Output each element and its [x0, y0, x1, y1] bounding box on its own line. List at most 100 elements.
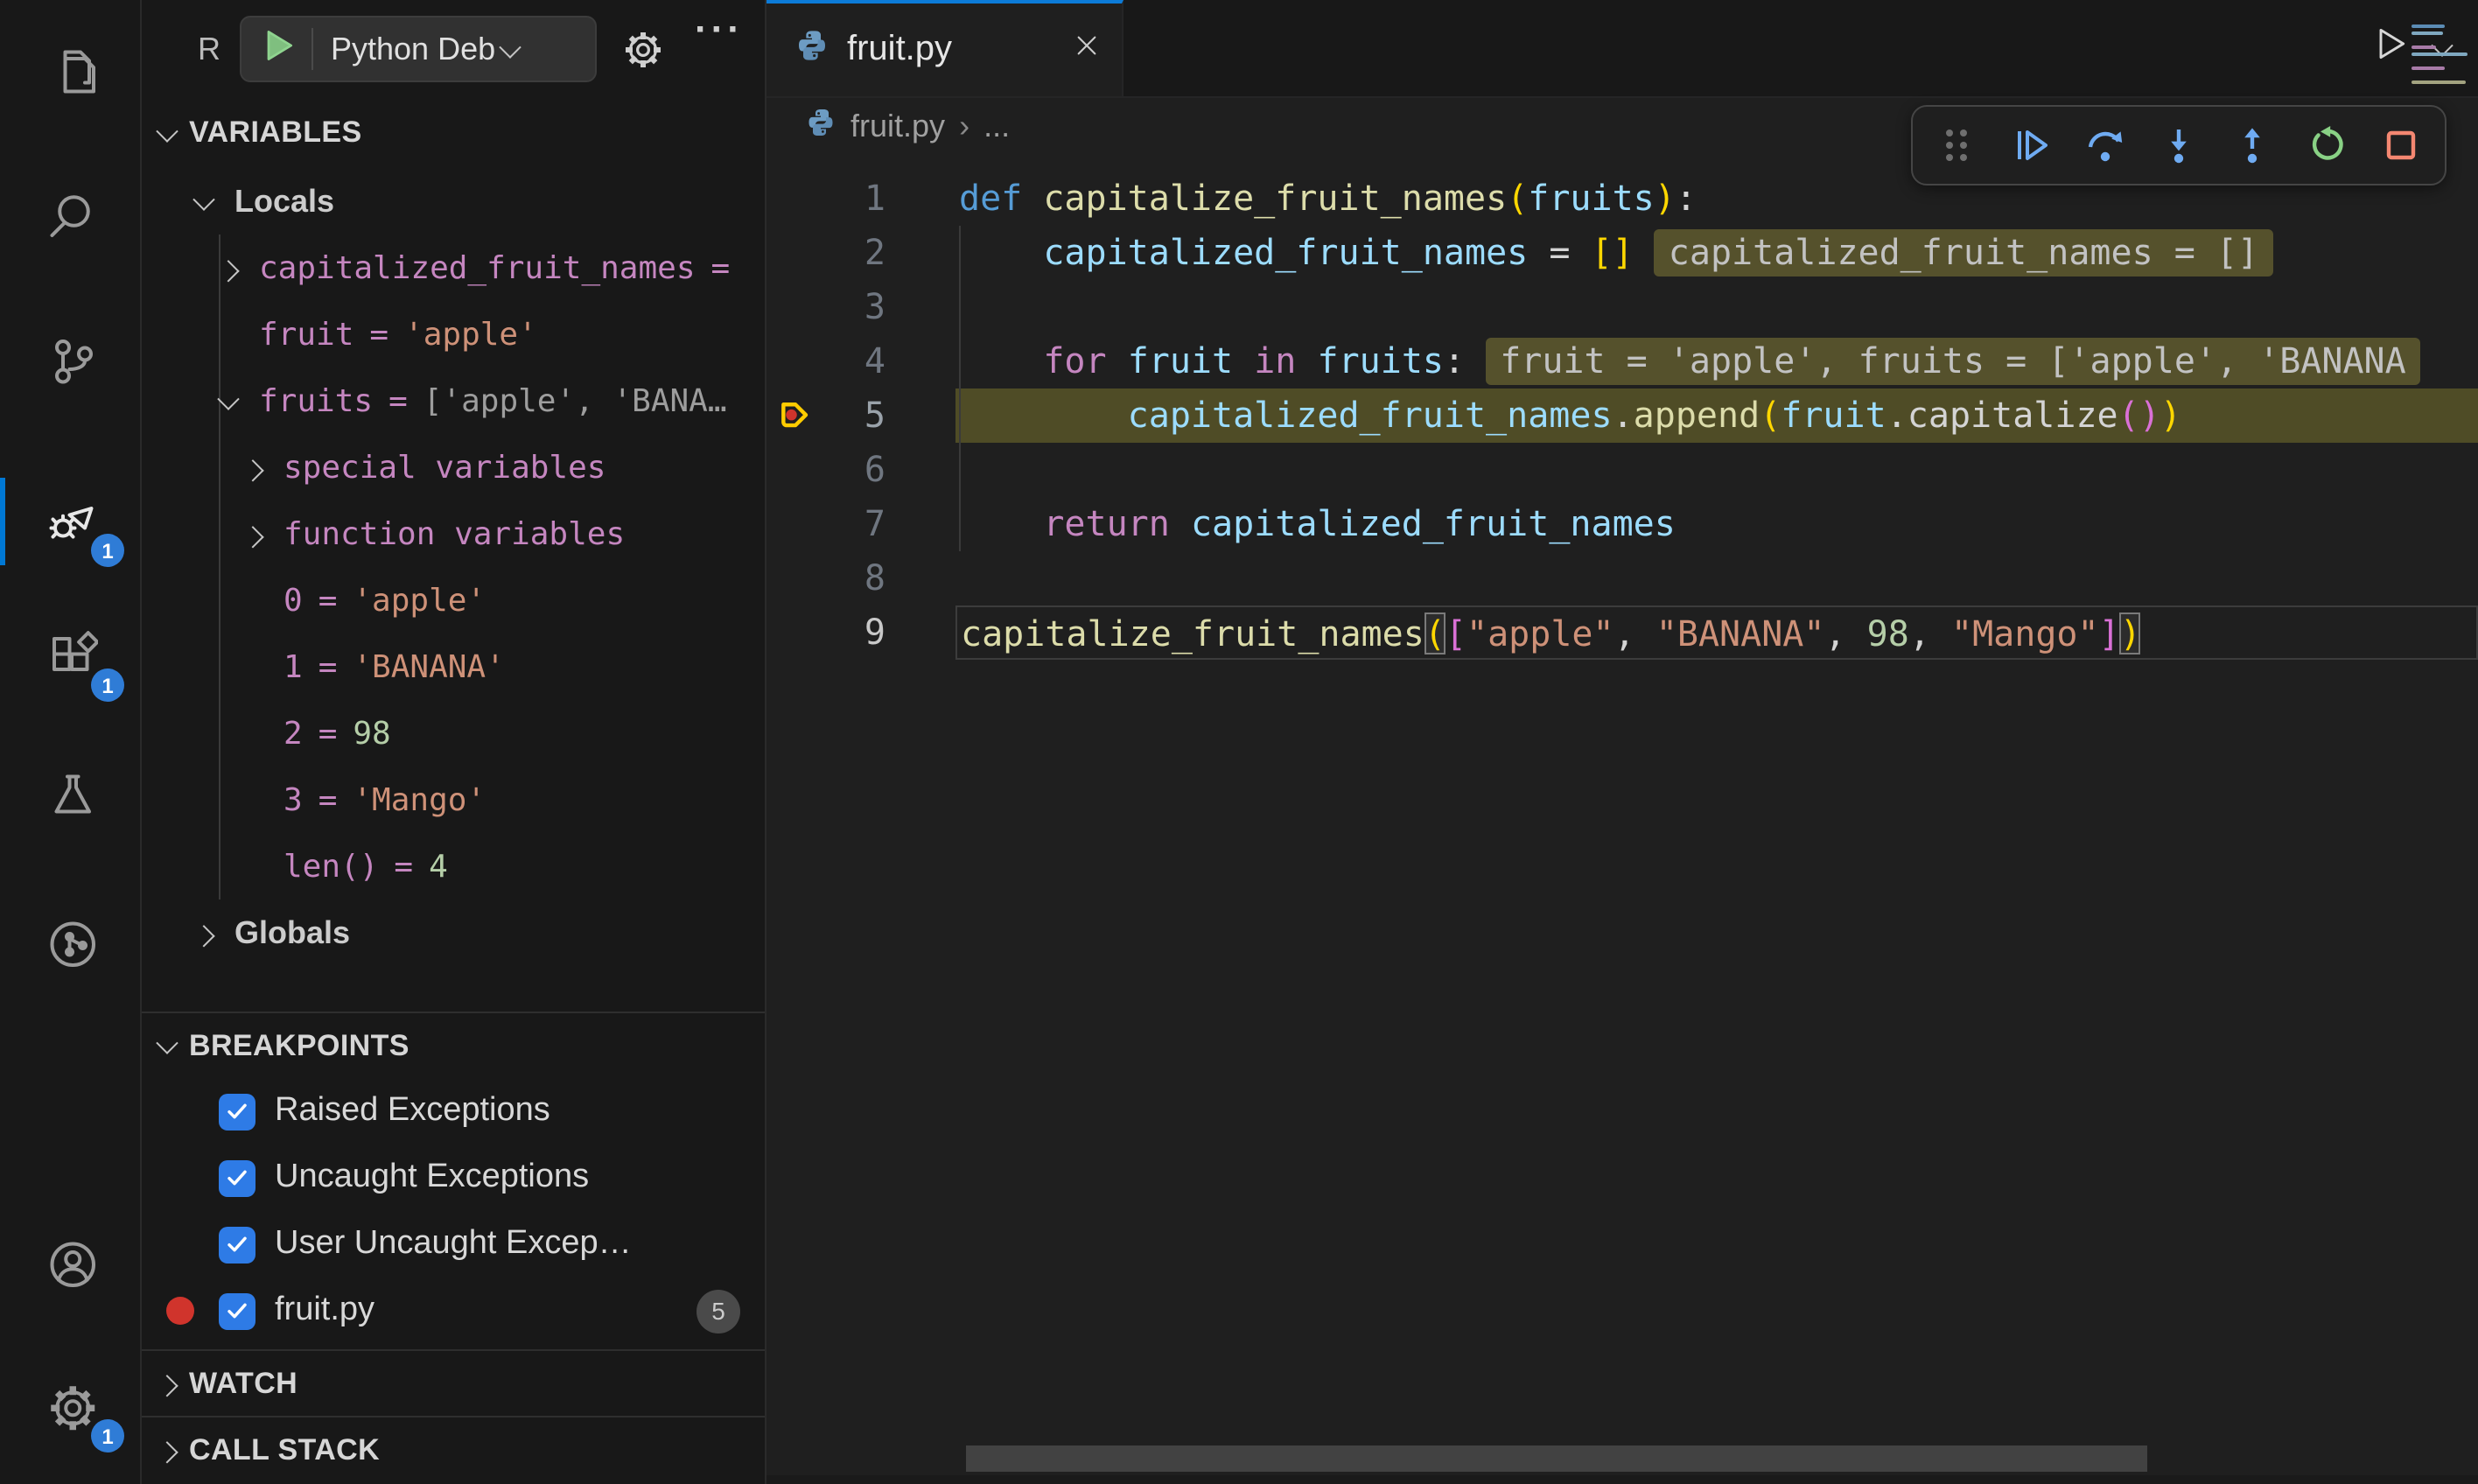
variable-row[interactable]: fruit='apple' [142, 301, 765, 368]
watch-section-header[interactable]: WATCH [142, 1349, 765, 1416]
checkbox-checked[interactable] [219, 1093, 256, 1130]
variable-name: fruits [259, 382, 373, 419]
gutter[interactable]: 9 [766, 606, 956, 660]
call-stack-section-header[interactable]: CALL STACK [142, 1416, 765, 1482]
variable-row[interactable]: 1='BANANA' [142, 634, 765, 700]
code-text[interactable]: capitalized_fruit_names = [] capitalized… [956, 226, 2478, 280]
start-debug-icon[interactable] [259, 25, 298, 73]
close-icon[interactable] [1073, 32, 1101, 68]
variables-title: VARIABLES [189, 116, 362, 150]
line-number: 6 [864, 443, 886, 497]
variable-name: capitalized_fruit_names [259, 249, 696, 286]
sidebar-item-remote-graph[interactable] [0, 901, 142, 985]
chevron-down-icon [192, 187, 214, 209]
variables-section-header[interactable]: VARIABLES [142, 98, 765, 168]
variable-value: 'apple' [353, 582, 486, 619]
sidebar-item-source-control[interactable] [0, 318, 142, 402]
code-line-8[interactable]: 8 [766, 551, 2478, 606]
code-text[interactable]: for fruit in fruits: fruit = 'apple', fr… [956, 334, 2478, 388]
code-line-2[interactable]: 2 capitalized_fruit_names = [] capitaliz… [766, 226, 2478, 280]
sidebar-item-account[interactable] [0, 1222, 142, 1306]
more-actions-icon[interactable]: ··· [695, 7, 744, 52]
breakpoints-section-header[interactable]: BREAKPOINTS [142, 1012, 765, 1078]
code-text[interactable] [956, 443, 2478, 497]
run-file-icon[interactable] [2371, 24, 2410, 72]
dropdown-divider [312, 28, 313, 70]
minimap[interactable] [2412, 21, 2471, 88]
variable-row[interactable]: 0='apple' [142, 567, 765, 634]
continue-button[interactable] [2001, 116, 2061, 175]
gutter[interactable]: 5 [766, 388, 956, 443]
scope-row-globals[interactable]: Globals [142, 900, 765, 966]
python-icon [794, 28, 830, 72]
variable-row[interactable]: fruits=['apple', 'BANA… [142, 368, 765, 434]
sidebar-item-settings[interactable]: 1 [0, 1365, 142, 1449]
code-line-5[interactable]: 5 capitalized_fruit_names.append(fruit.c… [766, 388, 2478, 443]
sidebar-item-testing[interactable] [0, 754, 142, 838]
breakpoint-row[interactable]: Uncaught Exceptions [142, 1144, 765, 1211]
equals: = [318, 715, 338, 752]
tab-fruit-py[interactable]: fruit.py [766, 0, 1124, 96]
gutter[interactable]: 1 [766, 172, 956, 226]
chevron-right-icon [192, 924, 214, 946]
chevron-down-icon [156, 1032, 178, 1054]
variable-row[interactable]: special variables [142, 434, 765, 500]
python-icon [805, 106, 836, 146]
chevron-down-icon [499, 35, 521, 57]
variable-row[interactable]: function variables [142, 500, 765, 567]
restart-button[interactable] [2297, 116, 2356, 175]
gutter[interactable]: 4 [766, 334, 956, 388]
minimap-line [2412, 80, 2466, 84]
step-out-button[interactable] [2223, 116, 2283, 175]
sidebar-item-search[interactable] [0, 172, 142, 256]
gutter[interactable]: 3 [766, 280, 956, 334]
code-text[interactable]: return capitalized_fruit_names [956, 497, 2478, 551]
gutter[interactable]: 7 [766, 497, 956, 551]
breakpoint-label: Raised Exceptions [275, 1092, 765, 1130]
indent-guide [219, 234, 220, 900]
gutter[interactable]: 6 [766, 443, 956, 497]
variable-value: 'apple' [404, 316, 537, 353]
code-line-7[interactable]: 7 return capitalized_fruit_names [766, 497, 2478, 551]
line-number: 7 [864, 497, 886, 551]
sidebar-item-explorer[interactable] [0, 30, 142, 114]
toolbar-drag-handle[interactable] [1928, 116, 1987, 175]
code-line-9[interactable]: 9capitalize_fruit_names(["apple", "BANAN… [766, 606, 2478, 660]
debug-gear-icon[interactable] [621, 28, 663, 79]
breadcrumb-more[interactable]: ... [984, 108, 1010, 144]
variable-row[interactable]: len()=4 [142, 833, 765, 900]
code-text[interactable]: capitalized_fruit_names.append(fruit.cap… [956, 388, 2478, 443]
breakpoint-row[interactable]: fruit.py5 [142, 1278, 765, 1344]
code-line-3[interactable]: 3 [766, 280, 2478, 334]
active-view-indicator [0, 478, 5, 565]
debug-config-dropdown[interactable]: Python Deb [240, 16, 597, 82]
minimap-line [2412, 32, 2443, 35]
stop-button[interactable] [2371, 116, 2431, 175]
step-over-button[interactable] [2076, 116, 2135, 175]
variable-row[interactable]: 2=98 [142, 700, 765, 766]
variable-row[interactable]: capitalized_fruit_names= [142, 234, 765, 301]
chevron-down-icon [156, 119, 178, 141]
code-text[interactable] [956, 280, 2478, 334]
variable-name: special variables [284, 449, 606, 486]
code-text[interactable]: capitalize_fruit_names(["apple", "BANANA… [956, 606, 2478, 660]
checkbox-checked[interactable] [219, 1226, 256, 1263]
code-line-4[interactable]: 4 for fruit in fruits: fruit = 'apple', … [766, 334, 2478, 388]
breakpoint-row[interactable]: User Uncaught Excep… [142, 1211, 765, 1278]
gutter[interactable]: 8 [766, 551, 956, 606]
horizontal-scrollbar[interactable] [966, 1446, 2147, 1472]
sidebar-item-extensions[interactable]: 1 [0, 614, 142, 698]
chevron-none-icon [244, 592, 260, 608]
code-line-6[interactable]: 6 [766, 443, 2478, 497]
code-text[interactable] [956, 551, 2478, 606]
gutter[interactable]: 2 [766, 226, 956, 280]
breadcrumb-file[interactable]: fruit.py [850, 108, 945, 144]
checkbox-checked[interactable] [219, 1292, 256, 1329]
sidebar-item-run-and-debug[interactable]: 1 [0, 480, 142, 564]
checkbox-checked[interactable] [219, 1159, 256, 1196]
step-into-button[interactable] [2149, 116, 2208, 175]
scope-row-locals[interactable]: Locals [142, 168, 765, 234]
variable-row[interactable]: 3='Mango' [142, 766, 765, 833]
breakpoint-row[interactable]: Raised Exceptions [142, 1078, 765, 1144]
variables-tree: Localscapitalized_fruit_names=fruit='app… [142, 168, 765, 966]
